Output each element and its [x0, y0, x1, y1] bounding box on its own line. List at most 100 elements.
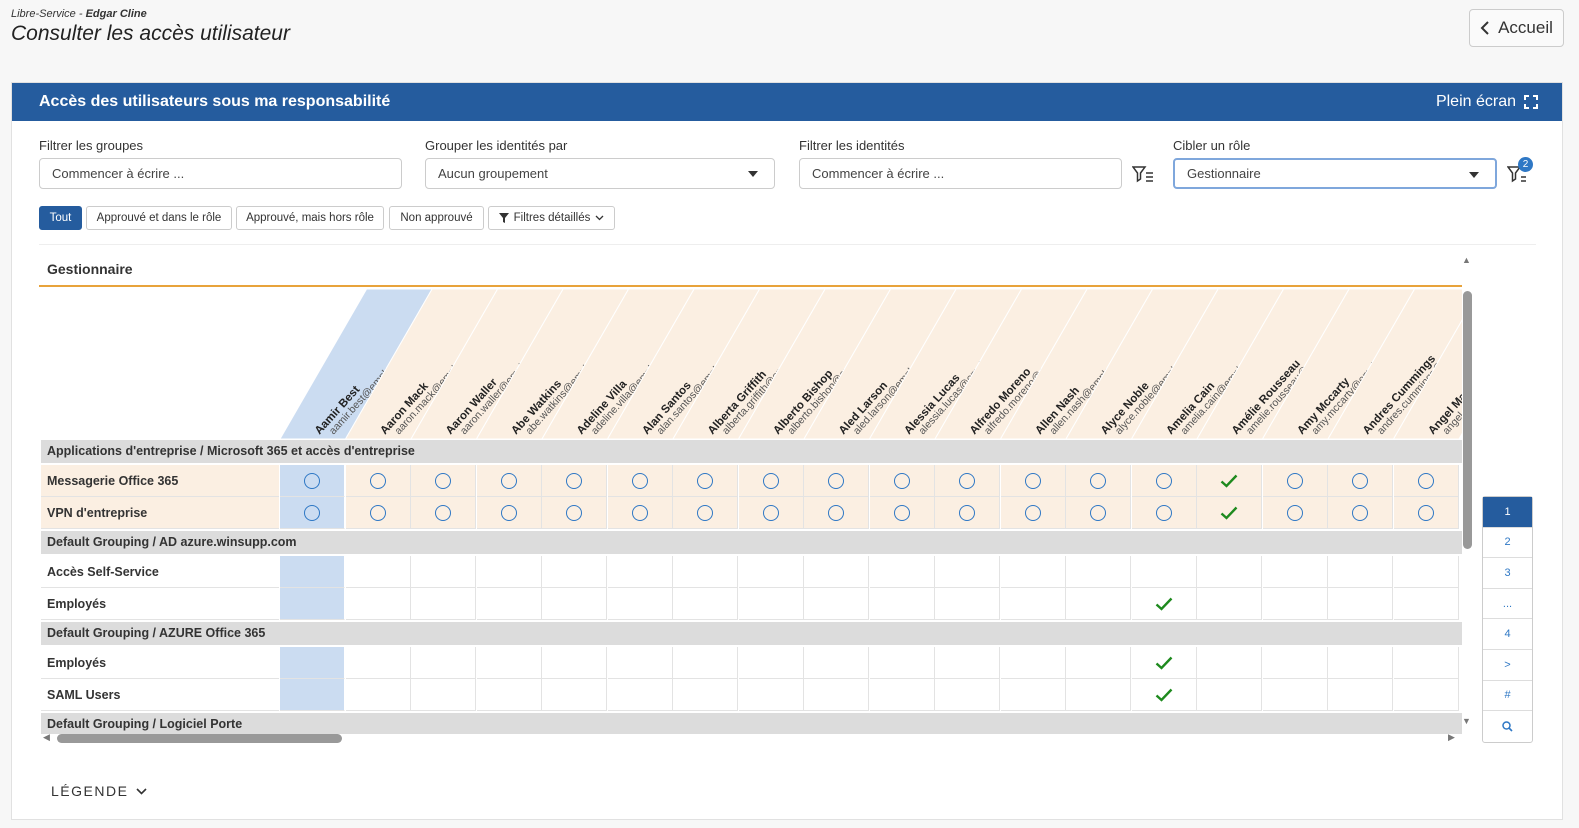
access-cell[interactable] — [345, 588, 411, 620]
filter-list-icon[interactable] — [1130, 161, 1156, 187]
access-cell[interactable] — [673, 647, 738, 679]
access-cell[interactable] — [1066, 679, 1131, 711]
access-cell[interactable] — [345, 556, 411, 588]
access-cell[interactable] — [869, 679, 935, 711]
pager-item[interactable]: # — [1483, 681, 1532, 712]
access-cell[interactable] — [1197, 679, 1262, 711]
access-cell[interactable] — [738, 647, 804, 679]
fullscreen-button[interactable]: Plein écran — [1436, 93, 1538, 111]
access-cell[interactable] — [476, 679, 542, 711]
access-cell[interactable] — [411, 556, 476, 588]
access-cell[interactable] — [1066, 497, 1131, 529]
access-cell[interactable] — [1131, 465, 1197, 497]
access-cell[interactable] — [607, 465, 673, 497]
scroll-down-arrow[interactable]: ▼ — [1462, 716, 1471, 726]
access-cell[interactable] — [738, 679, 804, 711]
access-cell[interactable] — [1000, 647, 1066, 679]
access-cell[interactable] — [804, 465, 869, 497]
access-cell[interactable] — [542, 647, 607, 679]
chip-detailed-filters[interactable]: Filtres détaillés — [488, 206, 615, 230]
horizontal-scrollbar[interactable] — [57, 734, 342, 743]
access-cell[interactable] — [607, 556, 673, 588]
access-cell[interactable] — [542, 556, 607, 588]
access-cell[interactable] — [607, 588, 673, 620]
access-cell[interactable] — [280, 647, 345, 679]
access-cell[interactable] — [607, 679, 673, 711]
scroll-right-arrow[interactable]: ▶ — [1448, 732, 1455, 743]
access-cell[interactable] — [542, 588, 607, 620]
access-cell[interactable] — [869, 647, 935, 679]
access-cell[interactable] — [1262, 556, 1328, 588]
access-cell[interactable] — [804, 679, 869, 711]
access-cell[interactable] — [345, 465, 411, 497]
access-cell[interactable] — [869, 588, 935, 620]
access-cell[interactable] — [1000, 556, 1066, 588]
access-cell[interactable] — [607, 647, 673, 679]
access-cell[interactable] — [1000, 497, 1066, 529]
access-cell[interactable] — [345, 647, 411, 679]
access-cell[interactable] — [738, 465, 804, 497]
access-cell[interactable] — [1262, 465, 1328, 497]
pager-item[interactable]: ... — [1483, 589, 1532, 620]
pager-item[interactable]: 1 — [1483, 497, 1532, 528]
access-cell[interactable] — [1328, 556, 1393, 588]
access-cell[interactable] — [542, 465, 607, 497]
access-cell[interactable] — [869, 465, 935, 497]
access-cell[interactable] — [1197, 647, 1262, 679]
access-cell[interactable] — [1197, 465, 1262, 497]
access-cell[interactable] — [935, 588, 1000, 620]
access-cell[interactable] — [1393, 588, 1459, 620]
access-cell[interactable] — [607, 497, 673, 529]
pager-item[interactable]: 3 — [1483, 558, 1532, 589]
access-cell[interactable] — [476, 497, 542, 529]
identities-filter-input[interactable]: Commencer à écrire ... — [799, 158, 1122, 189]
access-cell[interactable] — [1262, 647, 1328, 679]
access-cell[interactable] — [1328, 588, 1393, 620]
access-cell[interactable] — [673, 588, 738, 620]
access-cell[interactable] — [1000, 679, 1066, 711]
access-cell[interactable] — [804, 588, 869, 620]
scroll-up-arrow[interactable]: ▲ — [1462, 255, 1471, 265]
scroll-left-arrow[interactable]: ◀ — [43, 732, 50, 743]
chip-approved-out-role[interactable]: Approuvé, mais hors rôle — [236, 206, 384, 230]
access-cell[interactable] — [1197, 588, 1262, 620]
access-cell[interactable] — [542, 679, 607, 711]
access-cell[interactable] — [1000, 588, 1066, 620]
access-cell[interactable] — [673, 556, 738, 588]
access-cell[interactable] — [1393, 647, 1459, 679]
access-cell[interactable] — [411, 465, 476, 497]
access-cell[interactable] — [411, 588, 476, 620]
groupby-select[interactable]: Aucun groupement — [425, 158, 775, 189]
access-cell[interactable] — [1000, 465, 1066, 497]
access-cell[interactable] — [476, 588, 542, 620]
access-cell[interactable] — [804, 497, 869, 529]
access-cell[interactable] — [738, 556, 804, 588]
access-cell[interactable] — [738, 497, 804, 529]
access-cell[interactable] — [804, 647, 869, 679]
access-cell[interactable] — [280, 679, 345, 711]
access-cell[interactable] — [869, 497, 935, 529]
access-cell[interactable] — [1131, 647, 1197, 679]
access-cell[interactable] — [935, 465, 1000, 497]
access-cell[interactable] — [1066, 588, 1131, 620]
access-cell[interactable] — [1131, 588, 1197, 620]
pager-search-icon[interactable] — [1483, 711, 1532, 742]
pager-item[interactable]: 2 — [1483, 528, 1532, 559]
access-cell[interactable] — [1393, 679, 1459, 711]
access-cell[interactable] — [476, 647, 542, 679]
access-cell[interactable] — [1262, 679, 1328, 711]
access-cell[interactable] — [280, 556, 345, 588]
access-cell[interactable] — [935, 679, 1000, 711]
access-cell[interactable] — [411, 679, 476, 711]
access-cell[interactable] — [1328, 497, 1393, 529]
access-cell[interactable] — [1197, 556, 1262, 588]
access-cell[interactable] — [1393, 497, 1459, 529]
access-cell[interactable] — [280, 588, 345, 620]
access-cell[interactable] — [280, 465, 345, 497]
access-cell[interactable] — [1066, 647, 1131, 679]
access-cell[interactable] — [1131, 556, 1197, 588]
access-cell[interactable] — [1393, 556, 1459, 588]
access-cell[interactable] — [345, 497, 411, 529]
access-cell[interactable] — [280, 497, 345, 529]
access-cell[interactable] — [1066, 556, 1131, 588]
